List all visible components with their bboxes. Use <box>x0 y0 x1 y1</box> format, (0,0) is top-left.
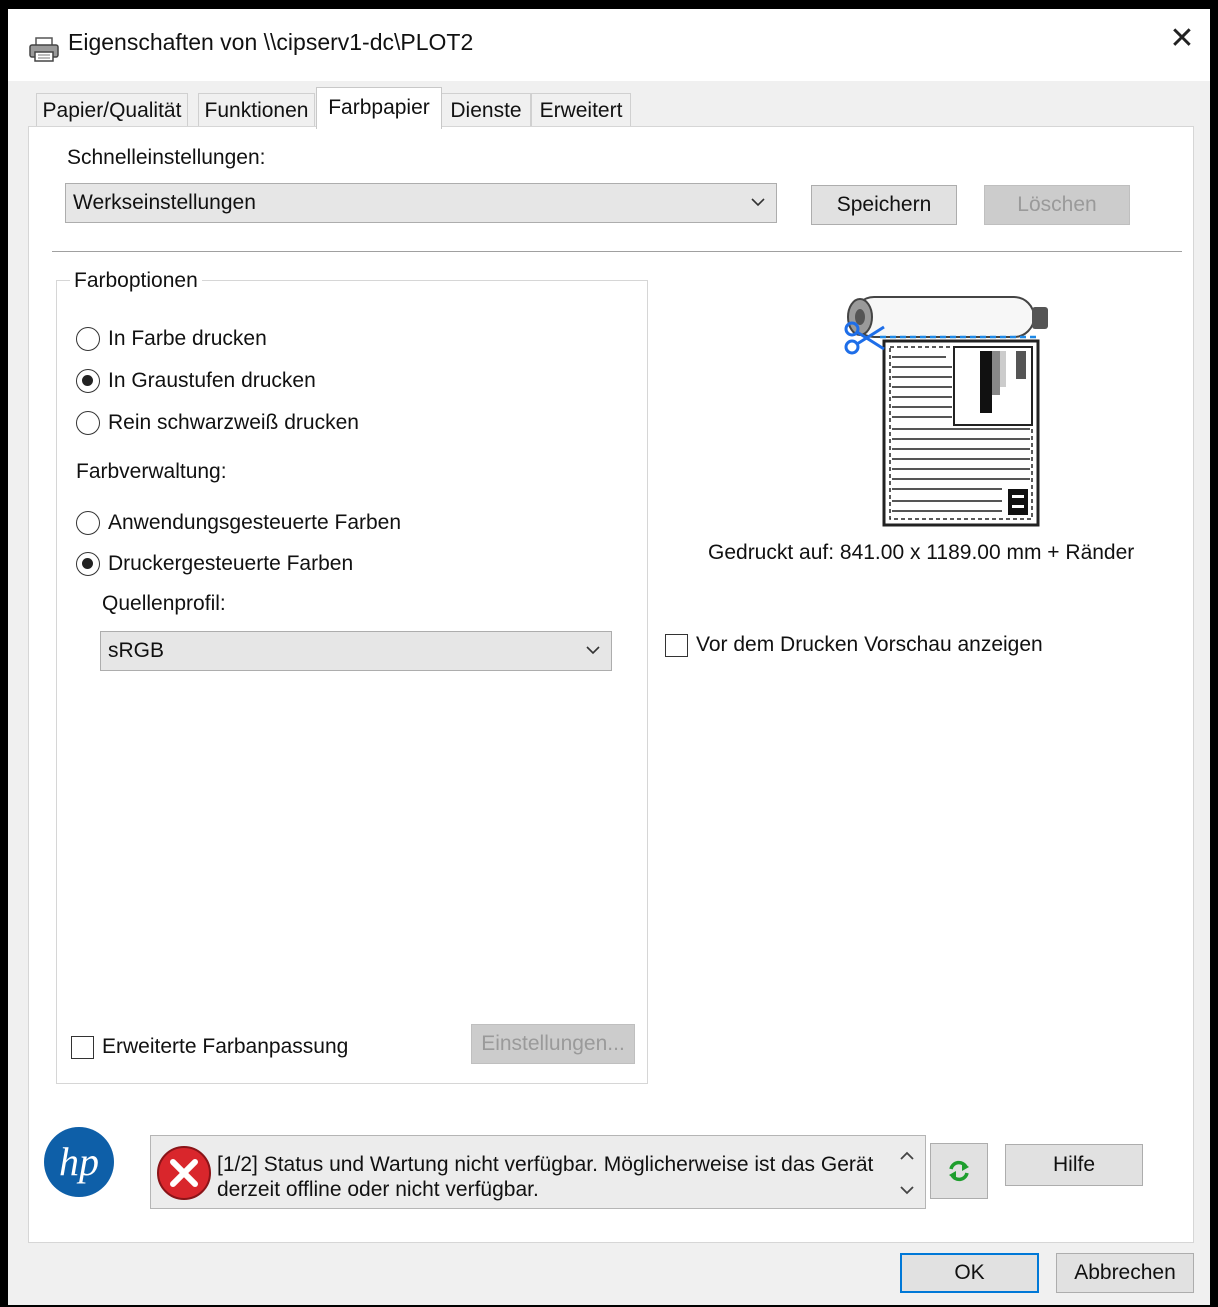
printer-icon <box>29 37 59 62</box>
radio-grayscale[interactable] <box>76 369 100 393</box>
radio-printer-managed[interactable] <box>76 552 100 576</box>
quick-settings-label: Schnelleinstellungen: <box>67 146 266 169</box>
error-icon <box>157 1146 211 1200</box>
quick-settings-combo[interactable]: Werkseinstellungen <box>65 183 777 223</box>
save-button[interactable]: Speichern <box>811 185 957 225</box>
tab-farbpapier[interactable]: Farbpapier <box>316 87 442 129</box>
radio-black-white[interactable] <box>76 411 100 435</box>
close-icon[interactable]: ✕ <box>1166 23 1198 55</box>
help-button[interactable]: Hilfe <box>1005 1144 1143 1186</box>
source-profile-label: Quellenprofil: <box>102 592 226 615</box>
radio-application-managed-label: Anwendungsgesteuerte Farben <box>108 511 402 534</box>
scroll-up-icon[interactable] <box>897 1146 917 1166</box>
title-bar: Eigenschaften von \\cipserv1-dc\PLOT2 ✕ <box>8 9 1210 81</box>
dialog-window: Eigenschaften von \\cipserv1-dc\PLOT2 ✕ … <box>0 0 1218 1307</box>
status-panel: [1/2] Status und Wartung nicht verfügbar… <box>150 1135 926 1209</box>
radio-application-managed[interactable] <box>76 511 100 535</box>
preview-checkbox[interactable] <box>665 634 688 657</box>
separator <box>52 251 1182 252</box>
radio-printer-managed-label: Druckergesteuerte Farben <box>108 552 354 575</box>
refresh-icon <box>949 1160 969 1182</box>
chevron-down-icon <box>751 198 765 207</box>
radio-color[interactable] <box>76 327 100 351</box>
status-message: [1/2] Status und Wartung nicht verfügbar… <box>217 1153 874 1201</box>
preview-checkbox-label: Vor dem Drucken Vorschau anzeigen <box>696 633 1043 656</box>
source-profile-combo[interactable]: sRGB <box>100 631 612 671</box>
hp-logo-icon: hp <box>44 1127 114 1197</box>
source-profile-value: sRGB <box>108 639 165 662</box>
cancel-button[interactable]: Abbrechen <box>1056 1253 1194 1293</box>
svg-text:hp: hp <box>59 1139 99 1184</box>
radio-color-label: In Farbe drucken <box>108 327 267 350</box>
radio-grayscale-label: In Graustufen drucken <box>108 369 316 392</box>
advanced-color-checkbox[interactable] <box>71 1036 94 1059</box>
tab-papier-qualitaet[interactable]: Papier/Qualität <box>36 93 188 127</box>
plot-preview-illustration <box>844 296 1048 527</box>
scroll-down-icon[interactable] <box>897 1180 917 1200</box>
settings-button[interactable]: Einstellungen... <box>471 1024 635 1064</box>
tab-dienste[interactable]: Dienste <box>441 93 531 127</box>
tab-erweitert[interactable]: Erweitert <box>531 93 631 127</box>
radio-black-white-label: Rein schwarzweiß drucken <box>108 411 359 434</box>
color-options-group <box>56 280 648 1084</box>
printed-on-text: Gedruckt auf: 841.00 x 1189.00 mm + Ränd… <box>708 541 1135 564</box>
refresh-button[interactable] <box>930 1143 988 1199</box>
quick-settings-value: Werkseinstellungen <box>73 191 256 214</box>
ok-button[interactable]: OK <box>900 1253 1039 1293</box>
window-title: Eigenschaften von \\cipserv1-dc\PLOT2 <box>68 29 474 55</box>
tab-funktionen[interactable]: Funktionen <box>198 93 315 127</box>
delete-button[interactable]: Löschen <box>984 185 1130 225</box>
color-options-title: Farboptionen <box>70 269 202 293</box>
advanced-color-label: Erweiterte Farbanpassung <box>102 1035 349 1058</box>
chevron-down-icon <box>586 646 600 655</box>
color-management-label: Farbverwaltung: <box>76 460 227 483</box>
